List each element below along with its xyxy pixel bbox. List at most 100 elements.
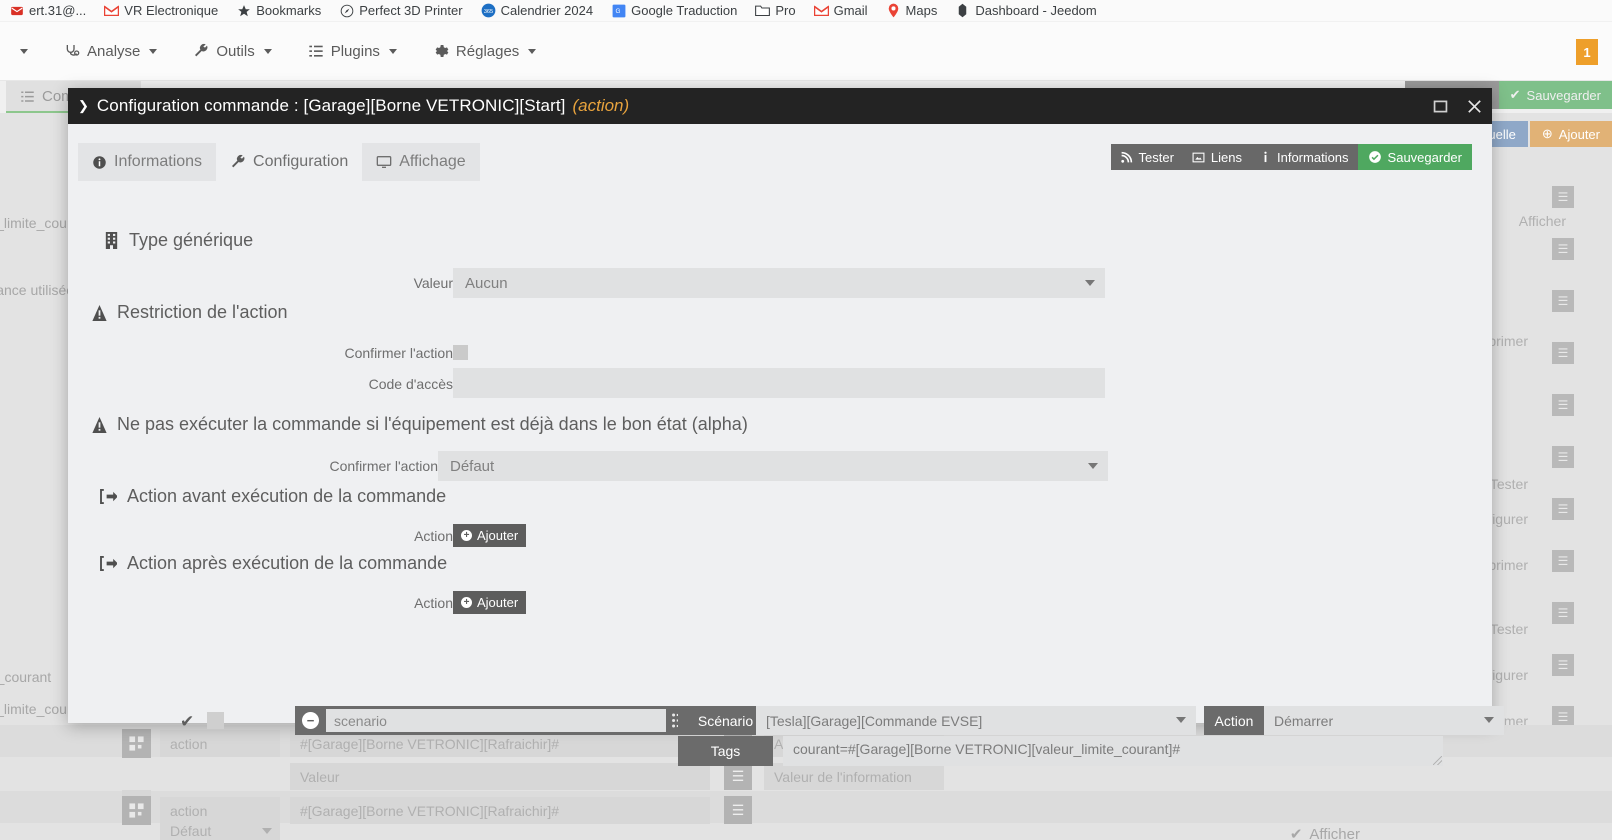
building-icon <box>104 232 119 249</box>
maximize-icon[interactable] <box>1432 98 1449 115</box>
generic-type-value: Aucun <box>465 274 508 292</box>
modal-title: Configuration commande : [Garage][Borne … <box>96 96 566 115</box>
list-icon <box>308 43 324 59</box>
section-title: Restriction de l'action <box>117 302 288 322</box>
bookmark-item[interactable]: Pro <box>746 0 804 21</box>
menu-caret-left[interactable] <box>0 22 46 81</box>
modal-tabs: Informations Configuration Affichage <box>78 143 480 181</box>
action-row-enabled-icon[interactable]: ✔ <box>180 712 194 732</box>
chevron-down-icon <box>20 48 28 54</box>
menu-item-outils[interactable]: Outils <box>175 22 289 81</box>
background-row-icon[interactable]: ☰ <box>1552 186 1574 208</box>
menu-label: Réglages <box>455 42 520 60</box>
tab-configuration[interactable]: Configuration <box>216 143 363 181</box>
background-row-type[interactable]: action <box>160 797 280 824</box>
monitor-icon <box>376 154 392 170</box>
background-row-icon[interactable]: ☰ <box>1552 238 1574 260</box>
skip-if-state-select[interactable]: Défaut <box>438 451 1108 481</box>
tester-button[interactable]: Tester <box>1110 144 1183 170</box>
command-configuration-modal: ❯ Configuration commande : [Garage][Born… <box>68 88 1504 766</box>
background-row-select[interactable]: Valeur de l'information <box>764 763 944 790</box>
scenario-select[interactable]: [Tesla][Garage][Commande EVSE] <box>756 706 1196 735</box>
generic-type-select[interactable]: Aucun <box>453 268 1105 298</box>
background-afficher-checkbox[interactable]: ✔ Afficher <box>1290 825 1360 840</box>
menu-label: Analyse <box>87 42 141 60</box>
add-action-after-button[interactable]: + Ajouter <box>453 591 527 614</box>
sauvegarder-label: Sauvegarder <box>1387 149 1462 165</box>
background-save-button[interactable]: ✔ Sauvegarder <box>1498 81 1612 109</box>
bookmark-label: VR Electronique <box>124 3 219 18</box>
calendar-365-icon: 365 <box>481 3 496 18</box>
bookmark-item[interactable]: Maps <box>877 0 947 21</box>
background-row-icon[interactable]: ☰ <box>1552 290 1574 312</box>
tags-label: Tags <box>678 736 773 766</box>
section-skip-if-state: Ne pas exécuter la commande si l'équipem… <box>92 414 748 435</box>
section-restriction: Restriction de l'action <box>92 302 288 323</box>
action-command-input[interactable]: scenario <box>326 709 666 732</box>
background-row-icon[interactable]: ☰ <box>1552 342 1574 364</box>
bookmark-item[interactable]: Perfect 3D Printer <box>330 0 471 21</box>
notification-badge[interactable]: 1 <box>1576 39 1598 65</box>
info-icon <box>92 155 107 170</box>
action-row-checkbox[interactable] <box>207 712 224 729</box>
stethoscope-icon <box>64 43 80 59</box>
code-acces-input[interactable] <box>453 368 1105 398</box>
background-row-value[interactable]: Valeur <box>290 763 710 790</box>
background-add-button[interactable]: ⊕ Ajouter <box>1529 121 1612 147</box>
tab-affichage[interactable]: Affichage <box>362 143 480 181</box>
chevron-down-icon <box>1484 717 1494 723</box>
bookmark-item[interactable]: 365 Calendrier 2024 <box>472 0 603 21</box>
bookmark-label: ert.31@... <box>29 3 87 18</box>
plus-circle-icon: + <box>461 530 472 541</box>
background-row-value[interactable]: #[Garage][Borne VETRONIC][Rafraichir]# <box>290 797 710 824</box>
gmail-icon <box>104 3 120 18</box>
check-circle-icon <box>1368 150 1382 164</box>
background-row-icon[interactable]: ☰ <box>1552 498 1574 520</box>
background-row-list-icon[interactable]: ☰ <box>724 762 752 790</box>
chevron-right-icon: ❯ <box>78 98 89 113</box>
chevron-down-icon <box>149 48 158 54</box>
bookmark-item[interactable]: Gmail <box>805 0 877 21</box>
wrench-icon <box>193 43 209 59</box>
tab-informations[interactable]: Informations <box>78 143 217 181</box>
background-row-type[interactable]: action <box>160 730 280 757</box>
liens-button[interactable]: Liens <box>1182 144 1251 170</box>
background-row-icon[interactable]: ☰ <box>1552 654 1574 676</box>
bookmark-item[interactable]: ert.31@... <box>0 0 95 21</box>
tester-label: Tester <box>1138 149 1174 165</box>
background-row-icon[interactable]: ☰ <box>1552 550 1574 572</box>
action-select[interactable]: Démarrer <box>1264 706 1504 735</box>
action-row-command-bar: − scenario <box>295 706 723 735</box>
menu-item-plugins[interactable]: Plugins <box>290 22 415 81</box>
background-row-icon[interactable]: ☰ <box>1552 446 1574 468</box>
resize-handle[interactable] <box>1433 756 1442 765</box>
section-action-before: Action avant exécution de la commande <box>100 486 446 507</box>
background-row-type-value: Défaut <box>170 822 212 839</box>
background-row-list-icon[interactable]: ☰ <box>724 796 752 824</box>
menu-item-reglages[interactable]: Réglages <box>415 22 554 81</box>
modal-toolbar: Tester Liens Informations Sauvegarder <box>1110 144 1472 170</box>
informations-button[interactable]: Informations <box>1251 144 1358 170</box>
app-top-menu: Analyse Outils Plugins Réglages 1 <box>0 22 1612 81</box>
bookmark-item[interactable]: VR Electronique <box>95 0 227 21</box>
menu-item-analyse[interactable]: Analyse <box>46 22 175 81</box>
background-afficher-label: Afficher <box>1309 825 1360 840</box>
gear-icon <box>433 43 449 59</box>
remove-action-icon[interactable]: − <box>302 712 319 729</box>
check-icon: ✔ <box>1289 826 1303 840</box>
add-action-before-button[interactable]: + Ajouter <box>453 524 527 547</box>
gmail-icon <box>813 3 829 18</box>
bookmark-item[interactable]: Bookmarks <box>227 0 330 21</box>
background-row-icon[interactable]: ☰ <box>1552 602 1574 624</box>
background-row-icon[interactable]: ☰ <box>1552 394 1574 416</box>
bookmark-item[interactable]: G Google Traduction <box>602 0 746 21</box>
bookmark-item[interactable]: Dashboard - Jeedom <box>946 0 1105 21</box>
background-row-type-icon[interactable] <box>122 796 151 825</box>
close-icon[interactable] <box>1465 97 1484 116</box>
label-action-after: Action <box>414 595 453 611</box>
tags-textarea[interactable]: courant=#[Garage][Borne VETRONIC][valeur… <box>783 736 1443 766</box>
background-row-type-icon[interactable] <box>122 729 151 758</box>
sauvegarder-button[interactable]: Sauvegarder <box>1357 144 1472 170</box>
arrow-out-icon <box>100 489 117 504</box>
confirmer-action-checkbox[interactable] <box>453 345 468 360</box>
